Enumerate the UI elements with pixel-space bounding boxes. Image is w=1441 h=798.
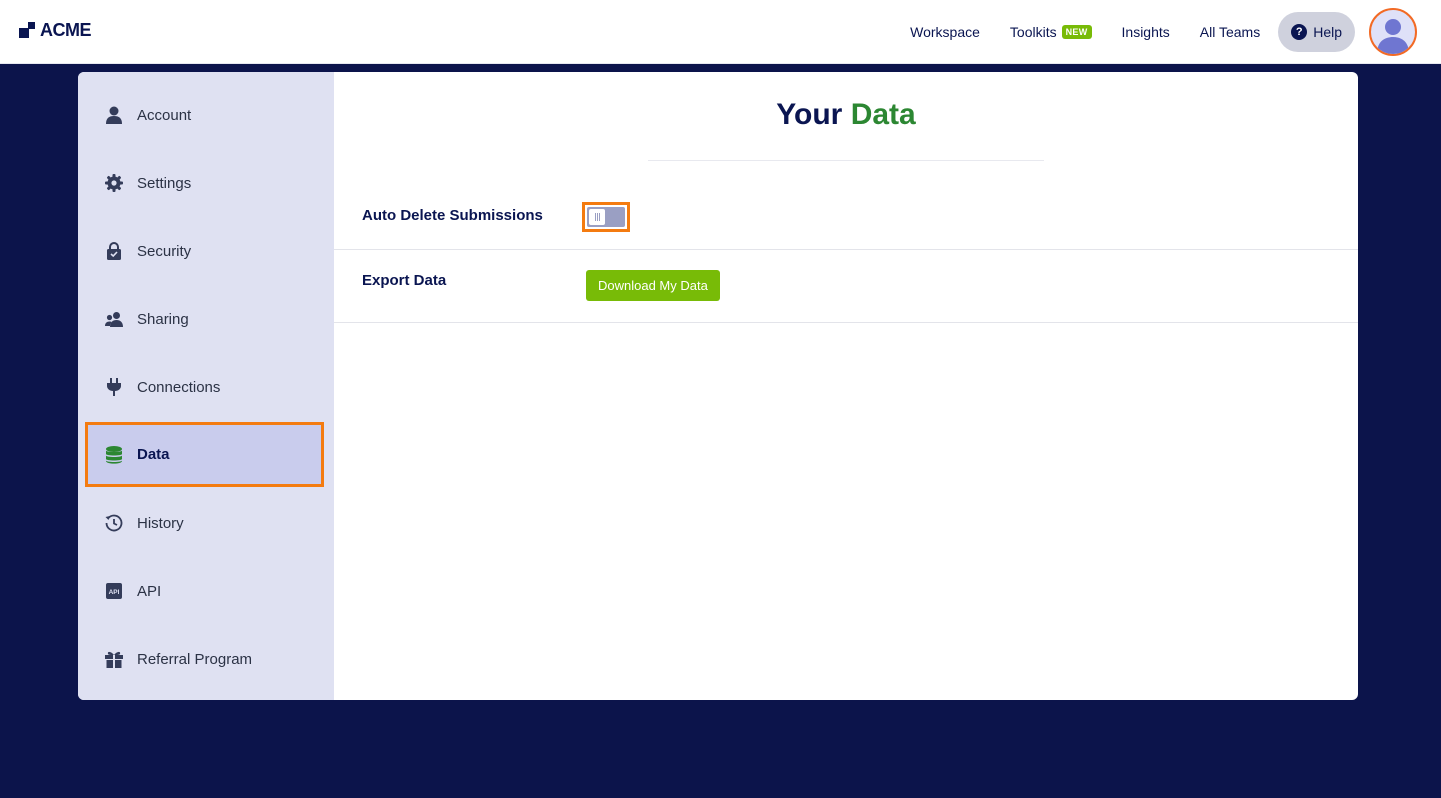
sidebar-item-label: API (137, 582, 162, 600)
sidebar-item-security[interactable]: Security (88, 221, 324, 281)
sidebar-item-history[interactable]: History (88, 493, 324, 553)
lock-icon (105, 242, 123, 260)
page-title-accent: Data (850, 98, 916, 131)
sidebar-item-referral-program[interactable]: Referral Program (88, 629, 324, 689)
users-icon (105, 310, 123, 328)
user-avatar-icon (1377, 19, 1409, 54)
nav-workspace-link[interactable]: Workspace (910, 24, 980, 40)
sidebar-item-label: History (137, 514, 184, 532)
gear-icon (105, 174, 123, 192)
sidebar-item-label: Connections (137, 378, 221, 396)
sidebar-item-label: Referral Program (137, 650, 253, 668)
help-label: Help (1313, 24, 1342, 40)
page-title: Your Data (334, 98, 1358, 132)
nav-toolkits-label: Toolkits (1009, 24, 1057, 40)
help-button[interactable]: ? Help (1278, 12, 1355, 52)
database-icon (105, 445, 123, 464)
nav-all-teams-link[interactable]: All Teams (1200, 24, 1260, 40)
auto-delete-toggle[interactable] (582, 202, 630, 232)
top-nav-links: Workspace Toolkits NEW Insights All Team… (910, 6, 1417, 58)
settings-card: Account Settings Security Sharing Connec… (78, 72, 1358, 700)
question-circle-icon: ? (1291, 24, 1308, 40)
nav-all-teams-label: All Teams (1199, 24, 1261, 40)
user-icon (105, 106, 123, 124)
user-avatar-button[interactable] (1369, 8, 1417, 56)
download-my-data-button[interactable]: Download My Data (586, 270, 720, 301)
toggle-track (587, 207, 625, 227)
sidebar-item-data[interactable]: Data (85, 422, 324, 487)
new-badge: NEW (1061, 25, 1092, 39)
plug-icon (105, 378, 123, 396)
data-settings-panel: Your Data Auto Delete Submissions Export… (334, 72, 1358, 700)
settings-sidebar: Account Settings Security Sharing Connec… (78, 72, 334, 700)
page-title-prefix: Your (776, 98, 843, 131)
sidebar-item-label: Sharing (137, 310, 189, 328)
nav-workspace-label: Workspace (910, 24, 980, 40)
export-data-row: Export Data (334, 250, 1358, 323)
sidebar-item-sharing[interactable]: Sharing (88, 289, 324, 349)
sidebar-item-label: Account (137, 106, 192, 124)
history-icon (105, 514, 123, 532)
title-divider (648, 160, 1044, 161)
sidebar-item-api[interactable]: API API (88, 561, 324, 621)
nav-insights-label: Insights (1121, 24, 1170, 40)
gift-icon (105, 650, 123, 668)
sidebar-item-settings[interactable]: Settings (88, 153, 324, 213)
svg-text:API: API (109, 589, 120, 596)
auto-delete-label: Auto Delete Submissions (362, 207, 543, 224)
api-icon: API (105, 582, 123, 600)
export-data-label: Export Data (362, 272, 447, 289)
logo-mark-icon (19, 22, 35, 38)
nav-insights-link[interactable]: Insights (1122, 24, 1170, 40)
sidebar-item-label: Settings (137, 174, 192, 192)
acme-logo[interactable]: ACME (19, 19, 92, 40)
auto-delete-row: Auto Delete Submissions (334, 182, 1358, 250)
top-navigation-bar: ACME Workspace Toolkits NEW Insights All… (0, 0, 1441, 64)
nav-toolkits-link[interactable]: Toolkits NEW (1010, 24, 1092, 40)
toggle-knob (589, 209, 605, 225)
sidebar-item-connections[interactable]: Connections (88, 357, 324, 417)
logo-text: ACME (40, 19, 92, 40)
sidebar-item-label: Data (137, 446, 170, 463)
sidebar-item-account[interactable]: Account (88, 85, 324, 145)
sidebar-item-label: Security (137, 242, 192, 260)
